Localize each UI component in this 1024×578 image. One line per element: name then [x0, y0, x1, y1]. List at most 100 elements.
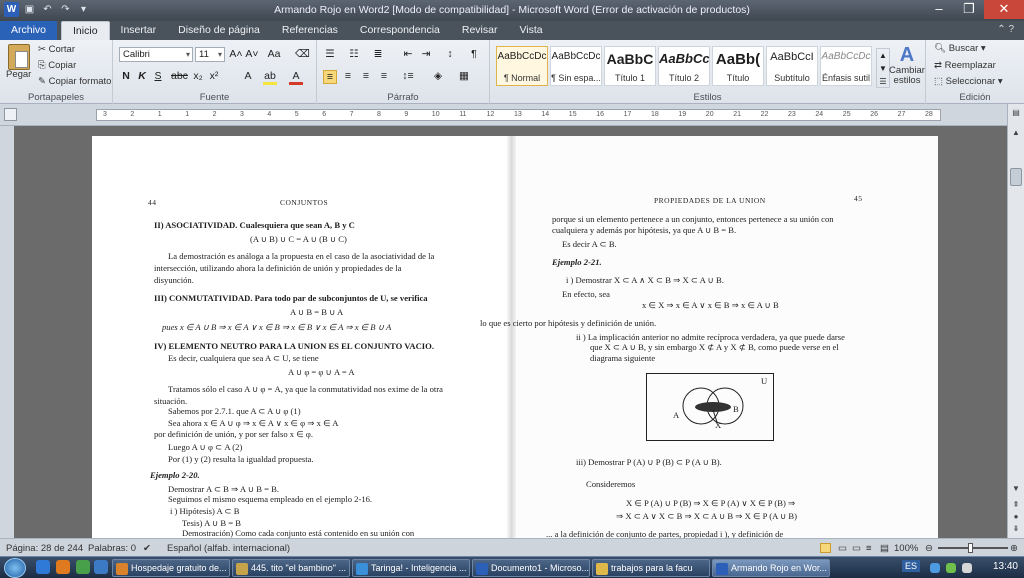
language-status[interactable]: Español (alfab. internacional) — [167, 543, 290, 554]
paste-button[interactable]: Pegar — [6, 69, 31, 80]
word-icon — [716, 563, 728, 575]
draft-icon[interactable]: ▤ — [880, 543, 889, 554]
increase-indent-icon[interactable]: ⇥ — [419, 48, 433, 60]
taskbar-item-tito[interactable]: 445. tito "el bambino" ... — [232, 559, 350, 577]
scroll-down-icon[interactable]: ▼ — [1010, 484, 1022, 496]
underline-icon[interactable]: S — [151, 70, 165, 82]
change-styles-button[interactable]: A Cambiar estilos — [888, 44, 926, 86]
clock[interactable]: 13:40 — [993, 561, 1018, 572]
line-spacing-icon[interactable]: ↕≡ — [401, 70, 415, 82]
superscript-icon[interactable]: x² — [207, 70, 221, 82]
style-title[interactable]: AaBb(Título — [712, 46, 764, 86]
align-center-icon[interactable]: ≡ — [341, 70, 355, 82]
tab-inicio[interactable]: Inicio — [61, 21, 110, 40]
taskbar-item-armando-rojo[interactable]: Armando Rojo en Wor... — [712, 559, 830, 577]
start-button[interactable] — [4, 558, 26, 578]
multilevel-list-icon[interactable]: ≣ — [371, 48, 385, 60]
grow-font-icon[interactable]: A˄ — [229, 48, 243, 60]
language-indicator[interactable]: ES — [901, 560, 920, 572]
print-layout-icon[interactable] — [820, 543, 831, 553]
style-heading-2[interactable]: AaBbCc Título 2 — [658, 46, 710, 86]
web-layout-icon[interactable]: ▭ — [852, 543, 861, 554]
copy-button[interactable]: ⎘ Copiar — [38, 60, 76, 71]
tab-insertar[interactable]: Insertar — [110, 21, 168, 40]
strikethrough-icon[interactable]: abc — [171, 70, 188, 82]
bullets-icon[interactable]: ☰ — [323, 48, 337, 60]
chrome-icon[interactable] — [76, 560, 90, 574]
style-subtitle[interactable]: AaBbCcI Subtítulo — [766, 46, 818, 86]
taskbar-item-documento1[interactable]: Documento1 - Microso... — [472, 559, 590, 577]
taskbar-item-trabajos[interactable]: trabajos para la facu — [592, 559, 710, 577]
zoom-slider-knob[interactable] — [968, 543, 973, 553]
help-icon[interactable]: ⌃ ? — [997, 24, 1014, 35]
subscript-icon[interactable]: x₂ — [191, 70, 205, 82]
show-marks-icon[interactable]: ¶ — [467, 48, 481, 60]
format-painter-button[interactable]: ✎ Copiar formato — [38, 76, 111, 87]
font-size-select[interactable]: 11 — [195, 47, 225, 62]
tab-vista[interactable]: Vista — [508, 21, 553, 40]
font-family-select[interactable]: Calibri — [119, 47, 193, 62]
page-count[interactable]: Página: 28 de 244 — [6, 543, 83, 554]
select-button[interactable]: ⬚ Seleccionar ▾ — [934, 76, 1003, 87]
word-count[interactable]: Palabras: 0 — [88, 543, 136, 554]
numbering-icon[interactable]: ☷ — [347, 48, 361, 60]
decrease-indent-icon[interactable]: ⇤ — [401, 48, 415, 60]
font-color-icon[interactable]: A — [289, 70, 303, 85]
firefox-icon[interactable] — [56, 560, 70, 574]
text-effects-icon[interactable]: A — [241, 70, 255, 82]
proofing-icon[interactable]: ✔ — [143, 543, 151, 554]
tab-diseno-pagina[interactable]: Diseño de página — [167, 21, 271, 40]
shrink-font-icon[interactable]: A˅ — [245, 48, 259, 60]
outline-icon[interactable]: ≡ — [866, 543, 872, 554]
style-heading-1[interactable]: AaBbC Título 1 — [604, 46, 656, 86]
zoom-in-icon[interactable]: ⊕ — [1010, 543, 1018, 554]
italic-icon[interactable]: K — [135, 70, 149, 82]
scroll-thumb[interactable] — [1010, 168, 1022, 186]
maximize-button[interactable]: ❐ — [954, 0, 984, 19]
network-icon[interactable] — [930, 563, 940, 573]
ie-icon[interactable] — [36, 560, 50, 574]
style-normal[interactable]: AaBbCcDc ¶ Normal — [496, 46, 548, 86]
tab-selector-button[interactable] — [4, 108, 17, 121]
minimize-button[interactable]: – — [924, 0, 954, 19]
cut-button[interactable]: ✂ Cortar — [38, 44, 75, 55]
tray-app-icon[interactable] — [946, 563, 956, 573]
shading-icon[interactable]: ◈ — [431, 70, 445, 82]
ruler-toggle-icon[interactable]: ▤ — [1010, 108, 1022, 120]
taskbar-item-hospedaje[interactable]: Hospedaje gratuito de... — [112, 559, 230, 577]
highlight-icon[interactable]: ab — [263, 70, 277, 85]
align-right-icon[interactable]: ≡ — [359, 70, 373, 82]
full-screen-icon[interactable]: ▭ — [838, 543, 847, 554]
next-page-icon[interactable]: ⇟ — [1010, 524, 1022, 536]
scroll-up-icon[interactable]: ▲ — [1010, 128, 1022, 140]
tab-archivo[interactable]: Archivo — [0, 21, 58, 40]
horizontal-ruler[interactable]: 3 2 1 1 2 3 4 5 6 7 8 9 10 11 12 13 14 15 16 17 18 19 20 21 22 23… — [96, 109, 941, 121]
justify-icon[interactable]: ≡ — [377, 70, 391, 82]
zoom-level[interactable]: 100% — [894, 543, 918, 554]
vertical-scrollbar[interactable]: ▤ ▲ ▼ ⇞ ● ⇟ — [1007, 104, 1024, 538]
borders-icon[interactable]: ▦ — [457, 70, 471, 82]
taskbar-item-taringa[interactable]: Taringa! - Inteligencia ... — [352, 559, 470, 577]
previous-page-icon[interactable]: ⇞ — [1010, 500, 1022, 512]
zoom-slider-track[interactable] — [938, 547, 1008, 549]
replace-button[interactable]: ⇄ Reemplazar — [934, 60, 996, 71]
paste-icon[interactable] — [8, 44, 30, 70]
clear-format-icon[interactable]: ⌫ — [295, 48, 310, 60]
tab-revisar[interactable]: Revisar — [451, 21, 509, 40]
align-left-icon[interactable]: ≡ — [323, 70, 337, 84]
document-page[interactable]: 44 CONJUNTOS II) ASOCIATIVIDAD. Cualesqu… — [92, 136, 938, 546]
change-case-icon[interactable]: Aa — [267, 48, 281, 60]
tab-referencias[interactable]: Referencias — [271, 21, 349, 40]
close-button[interactable]: ✕ — [984, 0, 1024, 19]
volume-icon[interactable] — [962, 563, 972, 573]
style-subtle-emphasis[interactable]: AaBbCcDc Énfasis sutil — [820, 46, 872, 86]
pinned-app-icon[interactable] — [94, 560, 108, 574]
find-button[interactable]: 🔍︎ Buscar ▾ — [934, 43, 986, 54]
tab-correspondencia[interactable]: Correspondencia — [349, 21, 451, 40]
bold-icon[interactable]: N — [119, 70, 133, 82]
sort-icon[interactable]: ↕ — [443, 48, 457, 60]
zoom-out-icon[interactable]: ⊖ — [925, 543, 933, 554]
style-no-spacing[interactable]: AaBbCcDc ¶ Sin espa... — [550, 46, 602, 86]
browse-object-icon[interactable]: ● — [1010, 512, 1022, 524]
vertical-ruler[interactable] — [0, 126, 14, 538]
